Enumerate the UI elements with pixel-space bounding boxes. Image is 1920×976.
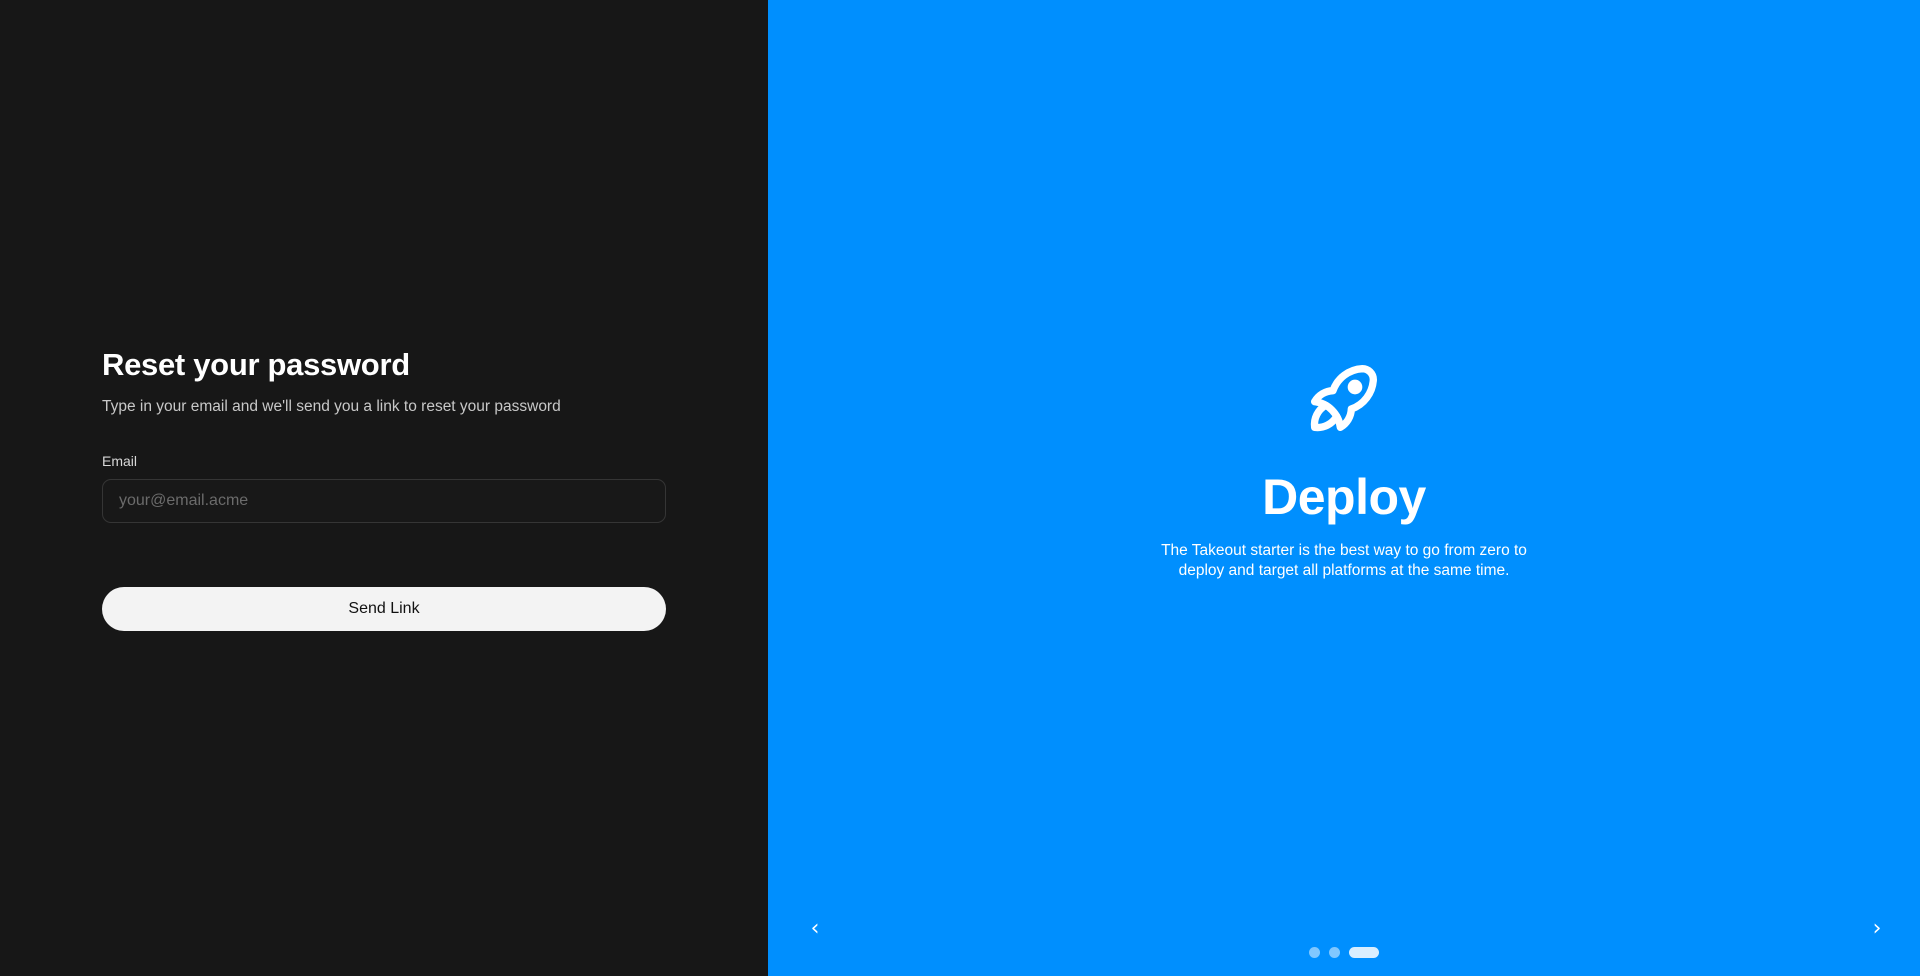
carousel-dot[interactable]: [1349, 947, 1379, 958]
email-field[interactable]: [102, 479, 666, 523]
carousel-pagination: [768, 947, 1920, 958]
promo-carousel: Deploy The Takeout starter is the best w…: [768, 0, 1920, 976]
page-title: Reset your password: [102, 347, 410, 382]
send-link-button[interactable]: Send Link: [102, 587, 666, 631]
slide-description: The Takeout starter is the best way to g…: [1161, 542, 1527, 579]
page-subtitle: Type in your email and we'll send you a …: [102, 398, 561, 415]
email-label: Email: [102, 453, 138, 469]
slide-title: Deploy: [1262, 469, 1426, 525]
carousel-prev-button[interactable]: ‹: [803, 918, 827, 942]
auth-panel: Reset your password Type in your email a…: [0, 0, 768, 976]
carousel-dot[interactable]: [1309, 947, 1320, 958]
carousel-dot[interactable]: [1329, 947, 1340, 958]
carousel-slide: Deploy The Takeout starter is the best w…: [768, 354, 1920, 581]
reset-password-form: Reset your password Type in your email a…: [102, 345, 666, 631]
rocket-icon: [1300, 354, 1388, 442]
carousel-next-button[interactable]: ›: [1865, 918, 1889, 942]
